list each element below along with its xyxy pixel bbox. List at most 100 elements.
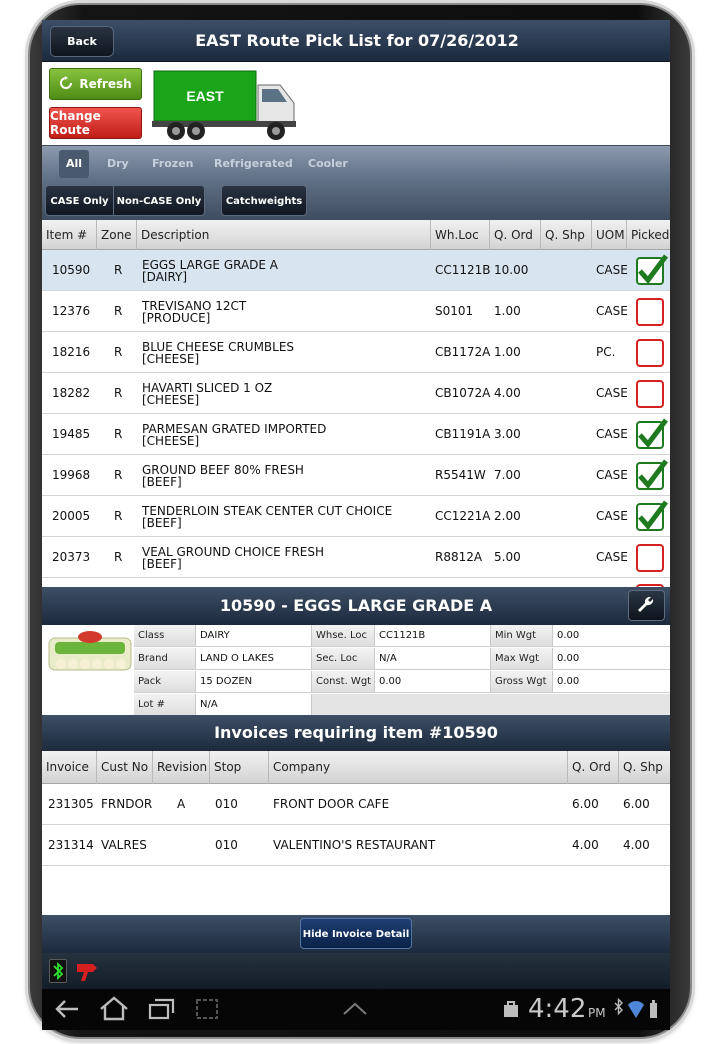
refresh-button[interactable]: Refresh bbox=[49, 68, 142, 100]
cell-loc: CB1191A bbox=[435, 427, 491, 441]
back-arrow-icon[interactable] bbox=[54, 998, 80, 1020]
cell-ord: 3.00 bbox=[494, 427, 521, 441]
invoice-row[interactable]: 231305 FRNDOR A 010 FRONT DOOR CAFE 6.00 6.00 bbox=[42, 784, 670, 825]
item-detail-title: 10590 - EGGS LARGE GRADE A bbox=[219, 596, 493, 615]
table-row[interactable]: 19968 R R5541W 7.00 CASE GROUND BEEF 80% FRES… bbox=[42, 455, 670, 496]
picked-checkbox[interactable] bbox=[636, 254, 668, 285]
invoice-cell-invoice: 231305 bbox=[48, 797, 94, 811]
empty-cell bbox=[312, 694, 670, 716]
col-stop[interactable]: Stop bbox=[210, 751, 269, 784]
status-icons bbox=[614, 997, 657, 1018]
whse-loc-label: Whse. Loc bbox=[312, 625, 375, 647]
item-detail-panel: Class DAIRY Whse. Loc CC1121B Min Wgt 0.… bbox=[42, 625, 670, 716]
pick-table-header: Item # Zone Description Wh.Loc Q. Ord Q.… bbox=[42, 220, 670, 250]
col-cust-no[interactable]: Cust No bbox=[97, 751, 153, 784]
invoice-cell-company: FRONT DOOR CAFE bbox=[273, 797, 390, 811]
col-inv-qord[interactable]: Q. Ord bbox=[568, 751, 619, 784]
category-text: [BEEF] bbox=[142, 557, 182, 571]
picked-checkbox[interactable] bbox=[636, 544, 664, 572]
invoice-cell-shp: 6.00 bbox=[623, 797, 650, 811]
table-row[interactable]: 20373 R R8812A 5.00 CASE VEAL GROUND CHOICE F… bbox=[42, 537, 670, 578]
tab-refrigerated[interactable]: Refrigerated bbox=[207, 150, 300, 178]
home-icon[interactable] bbox=[98, 996, 130, 1022]
col-uom[interactable]: UOM bbox=[592, 220, 627, 250]
tab-frozen[interactable]: Frozen bbox=[145, 150, 201, 178]
tab-cooler[interactable]: Cooler bbox=[301, 150, 355, 178]
cell-item: 19485 bbox=[52, 427, 91, 441]
col-invoice[interactable]: Invoice bbox=[42, 751, 97, 784]
cell-item: 18282 bbox=[52, 386, 91, 400]
col-inv-qshp[interactable]: Q. Shp bbox=[619, 751, 670, 784]
hide-invoice-detail-button[interactable]: Hide Invoice Detail bbox=[300, 918, 412, 949]
cell-item: 18216 bbox=[52, 345, 91, 359]
invoice-cell-invoice: 231314 bbox=[48, 838, 94, 852]
picked-checkbox[interactable] bbox=[636, 418, 668, 449]
max-wgt-value: 0.00 bbox=[553, 648, 670, 670]
wrench-icon bbox=[638, 596, 654, 612]
pack-label: Pack bbox=[134, 671, 196, 693]
table-row[interactable]: 19485 R CB1191A 3.00 CASE PARMESAN GRATED IMP… bbox=[42, 414, 670, 455]
screenshot-icon[interactable] bbox=[194, 997, 220, 1021]
invoice-cell-cust: VALRES bbox=[101, 838, 147, 852]
table-row[interactable]: 20005 R CC1221A 2.00 CASE TENDERLOIN STEAK CE… bbox=[42, 496, 670, 537]
filter-bar: CASE Only Non-CASE Only Catchweights bbox=[42, 182, 670, 220]
col-picked[interactable]: Picked bbox=[627, 220, 670, 250]
table-row[interactable]: 18216 R CB1172A 1.00 PC. BLUE CHEESE CRUMBLES… bbox=[42, 332, 670, 373]
invoice-cell-ord: 4.00 bbox=[572, 838, 599, 852]
picked-checkbox[interactable] bbox=[636, 298, 664, 326]
invoice-table-header: Invoice Cust No Revision Stop Company Q.… bbox=[42, 751, 670, 784]
case-only-button[interactable]: CASE Only bbox=[45, 185, 114, 216]
table-row[interactable]: 10590 R CC1121B 10.00 CASE EGGS LARGE GRADE A… bbox=[42, 250, 670, 291]
cell-ord: 4.00 bbox=[494, 386, 521, 400]
category-text: [CHEESE] bbox=[142, 352, 200, 366]
picked-checkbox[interactable] bbox=[636, 459, 668, 490]
col-company[interactable]: Company bbox=[269, 751, 568, 784]
cell-description: GROUND BEEF 80% FRESH [BEEF] bbox=[142, 464, 304, 488]
checkmark-icon bbox=[638, 254, 668, 284]
picked-checkbox[interactable] bbox=[636, 380, 664, 408]
col-revision[interactable]: Revision bbox=[153, 751, 210, 784]
cell-ord: 7.00 bbox=[494, 468, 521, 482]
checkmark-icon bbox=[638, 418, 668, 448]
chevron-up-icon[interactable] bbox=[342, 1001, 368, 1017]
cell-loc: R5541W bbox=[435, 468, 486, 482]
col-qord[interactable]: Q. Ord bbox=[490, 220, 541, 250]
recent-apps-icon[interactable] bbox=[148, 997, 176, 1021]
back-button[interactable]: Back bbox=[50, 26, 114, 57]
category-text: [CHEESE] bbox=[142, 393, 200, 407]
invoice-row[interactable]: 231314 VALRES 010 VALENTINO'S RESTAURANT 4.0… bbox=[42, 825, 670, 866]
tab-dry[interactable]: Dry bbox=[100, 150, 136, 178]
non-case-only-button[interactable]: Non-CASE Only bbox=[113, 185, 205, 216]
screen: Back EAST Route Pick List for 07/26/2012… bbox=[42, 20, 670, 1030]
sec-loc-label: Sec. Loc bbox=[312, 648, 375, 670]
col-description[interactable]: Description bbox=[137, 220, 431, 250]
page-title: EAST Route Pick List for 07/26/2012 bbox=[195, 31, 519, 50]
cell-uom: CASE bbox=[596, 427, 628, 441]
table-row[interactable]: 18282 R CB1072A 4.00 CASE HAVARTI SLICED 1 OZ… bbox=[42, 373, 670, 414]
tab-all[interactable]: All bbox=[59, 150, 90, 178]
cell-uom: CASE bbox=[596, 468, 628, 482]
col-qshp[interactable]: Q. Shp bbox=[541, 220, 592, 250]
catchweights-button[interactable]: Catchweights bbox=[221, 185, 307, 216]
table-row[interactable]: 12376 R S0101 1.00 CASE TREVISANO 12CT [PRODUC… bbox=[42, 291, 670, 332]
cell-uom: CASE bbox=[596, 263, 628, 277]
col-zone[interactable]: Zone bbox=[97, 220, 137, 250]
truck-icon: EAST bbox=[152, 70, 296, 140]
action-panel: Refresh Change Route EAST bbox=[42, 62, 670, 145]
picked-checkbox[interactable] bbox=[636, 500, 668, 531]
cell-description: EGGS LARGE GRADE A [DAIRY] bbox=[142, 259, 278, 283]
invoice-cell-rev: A bbox=[177, 797, 186, 811]
cell-item: 19968 bbox=[52, 468, 91, 482]
brand-label: Brand bbox=[134, 648, 196, 670]
col-item[interactable]: Item # bbox=[42, 220, 97, 250]
settings-button[interactable] bbox=[628, 590, 665, 621]
category-tabs: All Dry Frozen Refrigerated Cooler bbox=[42, 145, 670, 182]
cell-zone: R bbox=[114, 468, 123, 482]
cell-loc: CC1121B bbox=[435, 263, 491, 277]
cell-item: 20373 bbox=[52, 550, 91, 564]
picked-checkbox[interactable] bbox=[636, 339, 664, 367]
cell-ord: 5.00 bbox=[494, 550, 521, 564]
cell-description: VEAL GROUND CHOICE FRESH [BEEF] bbox=[142, 546, 324, 570]
col-whloc[interactable]: Wh.Loc bbox=[431, 220, 490, 250]
change-route-button[interactable]: Change Route bbox=[49, 107, 142, 139]
